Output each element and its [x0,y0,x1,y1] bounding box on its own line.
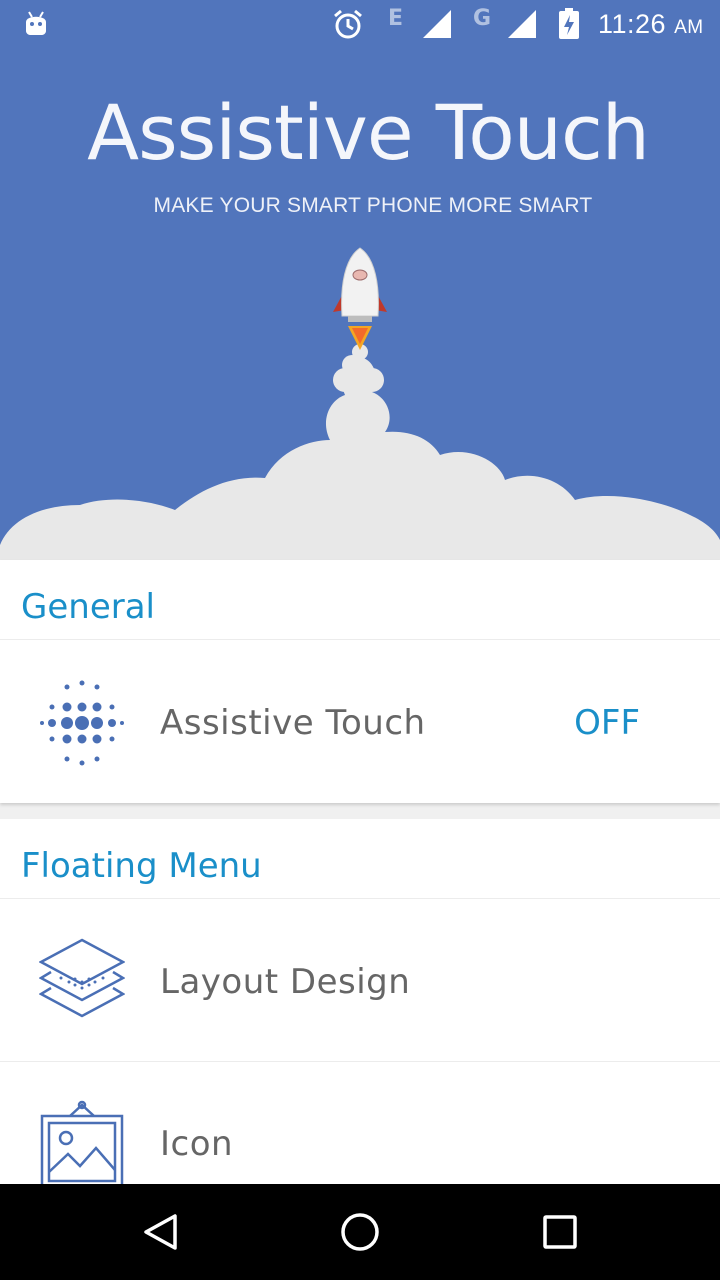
navigation-bar [0,1184,720,1280]
rocket-launch-illustration [0,247,720,560]
hero-title: Assistive Touch [87,88,650,177]
home-icon[interactable] [340,1212,380,1252]
section-title-floating-menu: Floating Menu [21,846,262,886]
signal-icon [508,10,536,38]
icon-label: Icon [160,1124,234,1164]
back-icon[interactable] [142,1213,178,1251]
status-clock: 11:26 AM [598,9,704,39]
general-section: General Assistive Touch OFF [0,560,720,803]
status-bar: E G 11:26 AM [0,0,720,50]
icon-row[interactable]: Icon [0,1062,720,1184]
hero-subtitle: MAKE YOUR SMART PHONE MORE SMART [153,194,593,217]
floating-menu-section: Floating Menu Layout Design Icon [0,819,720,1184]
battery-charging-icon [559,8,579,39]
assistive-touch-label: Assistive Touch [160,703,426,743]
layout-design-row[interactable]: Layout Design [0,900,720,1062]
network-type-g: G [473,6,492,31]
recents-icon[interactable] [542,1214,578,1250]
layers-icon [39,938,125,1018]
hero-banner: Assistive Touch MAKE YOUR SMART PHONE MO… [0,0,720,560]
picture-frame-icon [40,1100,124,1184]
network-type-e: E [388,6,404,31]
floating-menu-header: Floating Menu [0,819,720,899]
alarm-icon [334,9,362,39]
general-header: General [0,560,720,640]
layout-design-label: Layout Design [160,962,411,1002]
section-title-general: General [21,587,155,627]
dots-grid-icon [40,680,124,766]
assistive-touch-row[interactable]: Assistive Touch OFF [0,641,720,803]
assistive-touch-status[interactable]: OFF [574,703,640,743]
android-icon [26,11,46,35]
signal-icon [423,10,451,38]
